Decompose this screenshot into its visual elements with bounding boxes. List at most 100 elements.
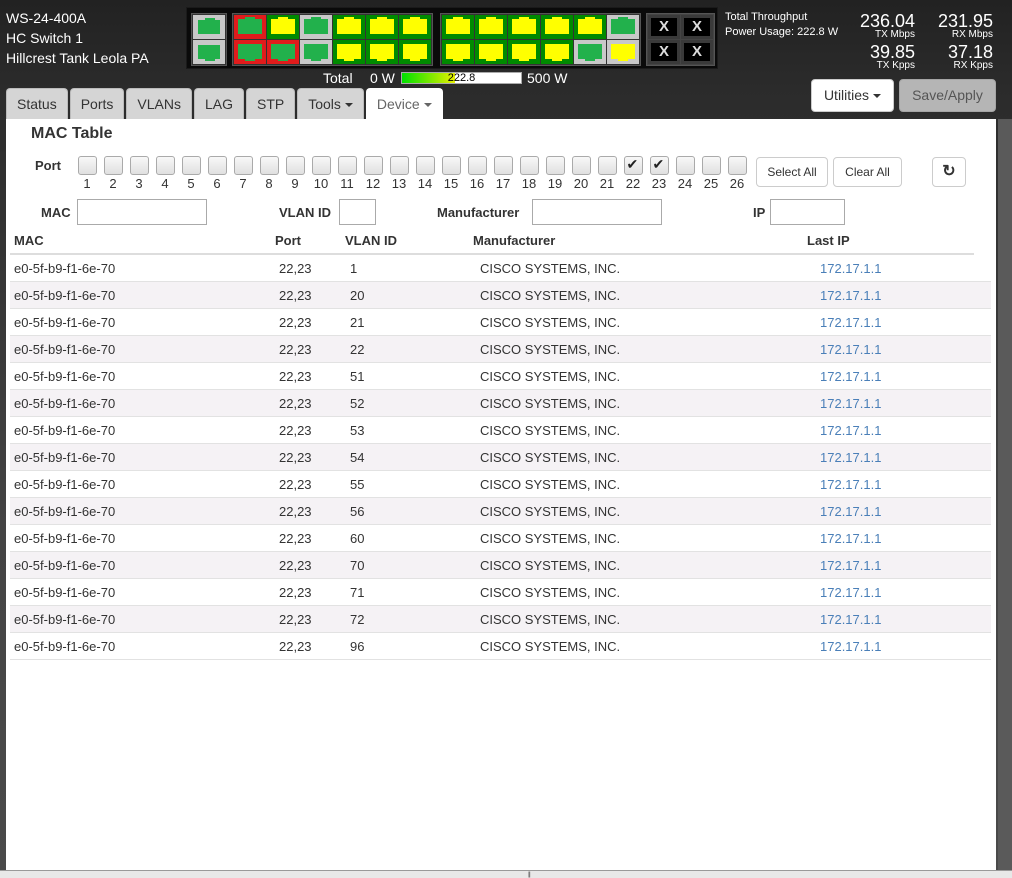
table-row[interactable]: e0-5f-b9-f1-6e-70 22,23 53 CISCO SYSTEMS, I… [10, 417, 991, 444]
cell-last-ip[interactable]: 172.17.1.1 [820, 504, 881, 519]
column-header-manufacturer[interactable]: Manufacturer [473, 233, 555, 248]
port-checkbox-17[interactable]: 17 [490, 156, 516, 191]
port-checkbox-14[interactable]: 14 [412, 156, 438, 191]
utilities-button[interactable]: Utilities [811, 79, 894, 112]
checkbox-icon[interactable] [207, 156, 227, 175]
checkbox-icon[interactable] [181, 156, 201, 175]
checkbox-icon[interactable] [155, 156, 175, 175]
tab-stp[interactable]: STP [245, 88, 296, 120]
switch-port[interactable] [193, 15, 225, 39]
table-row[interactable]: e0-5f-b9-f1-6e-70 22,23 72 CISCO SYSTEMS, I… [10, 606, 991, 633]
checkbox-icon[interactable] [519, 156, 539, 175]
cell-last-ip[interactable]: 172.17.1.1 [820, 315, 881, 330]
table-row[interactable]: e0-5f-b9-f1-6e-70 22,23 70 CISCO SYSTEMS, I… [10, 552, 991, 579]
port-checkbox-22[interactable]: 22 [620, 156, 646, 191]
checkbox-icon[interactable] [467, 156, 487, 175]
port-checkbox-3[interactable]: 3 [126, 156, 152, 191]
switch-port[interactable] [333, 15, 365, 39]
checkbox-icon[interactable] [571, 156, 591, 175]
tab-device[interactable]: Device [365, 88, 443, 120]
switch-port[interactable] [541, 15, 573, 39]
column-header-vlan[interactable]: VLAN ID [345, 233, 397, 248]
table-row[interactable]: e0-5f-b9-f1-6e-70 22,23 55 CISCO SYSTEMS, I… [10, 471, 991, 498]
clear-all-button[interactable]: Clear All [833, 157, 902, 187]
checkbox-icon[interactable] [363, 156, 383, 175]
port-checkbox-4[interactable]: 4 [152, 156, 178, 191]
table-row[interactable]: e0-5f-b9-f1-6e-70 22,23 21 CISCO SYSTEMS, I… [10, 309, 991, 336]
page-scrollbar[interactable] [998, 119, 1012, 871]
cell-last-ip[interactable]: 172.17.1.1 [820, 396, 881, 411]
port-checkbox-10[interactable]: 10 [308, 156, 334, 191]
cell-last-ip[interactable]: 172.17.1.1 [820, 558, 881, 573]
column-header-port[interactable]: Port [275, 233, 301, 248]
switch-port[interactable] [442, 40, 474, 64]
switch-port[interactable] [267, 15, 299, 39]
switch-port[interactable] [366, 40, 398, 64]
cell-last-ip[interactable]: 172.17.1.1 [820, 342, 881, 357]
port-checkbox-24[interactable]: 24 [672, 156, 698, 191]
checkbox-icon[interactable] [77, 156, 97, 175]
cell-last-ip[interactable]: 172.17.1.1 [820, 531, 881, 546]
vlan-filter-input[interactable] [339, 199, 376, 225]
switch-port[interactable] [193, 40, 225, 64]
switch-port[interactable] [267, 40, 299, 64]
switch-port[interactable] [574, 40, 606, 64]
port-checkbox-13[interactable]: 13 [386, 156, 412, 191]
switch-port[interactable] [607, 15, 639, 39]
switch-port[interactable] [508, 40, 540, 64]
table-row[interactable]: e0-5f-b9-f1-6e-70 22,23 52 CISCO SYSTEMS, I… [10, 390, 991, 417]
checkbox-icon[interactable] [103, 156, 123, 175]
port-checkbox-19[interactable]: 19 [542, 156, 568, 191]
switch-port[interactable] [475, 15, 507, 39]
cell-last-ip[interactable]: 172.17.1.1 [820, 639, 881, 654]
table-row[interactable]: e0-5f-b9-f1-6e-70 22,23 54 CISCO SYSTEMS, I… [10, 444, 991, 471]
port-checkbox-2[interactable]: 2 [100, 156, 126, 191]
table-row[interactable]: e0-5f-b9-f1-6e-70 22,23 71 CISCO SYSTEMS, I… [10, 579, 991, 606]
disabled-port[interactable]: X [681, 15, 713, 39]
port-checkbox-21[interactable]: 21 [594, 156, 620, 191]
port-checkbox-23[interactable]: 23 [646, 156, 672, 191]
checkbox-icon[interactable] [441, 156, 461, 175]
column-header-last-ip[interactable]: Last IP [807, 233, 850, 248]
switch-port[interactable] [607, 40, 639, 64]
switch-port[interactable] [442, 15, 474, 39]
switch-port[interactable] [399, 15, 431, 39]
checkbox-icon[interactable] [675, 156, 695, 175]
port-checkbox-6[interactable]: 6 [204, 156, 230, 191]
tab-vlans[interactable]: VLANs [126, 88, 192, 120]
disabled-port[interactable]: X [681, 40, 713, 64]
port-checkbox-26[interactable]: 26 [724, 156, 750, 191]
port-checkbox-18[interactable]: 18 [516, 156, 542, 191]
checkbox-icon[interactable] [701, 156, 721, 175]
cell-last-ip[interactable]: 172.17.1.1 [820, 423, 881, 438]
checkbox-icon[interactable] [233, 156, 253, 175]
port-checkbox-11[interactable]: 11 [334, 156, 360, 191]
table-row[interactable]: e0-5f-b9-f1-6e-70 22,23 22 CISCO SYSTEMS, I… [10, 336, 991, 363]
cell-last-ip[interactable]: 172.17.1.1 [820, 612, 881, 627]
checkbox-icon[interactable] [389, 156, 409, 175]
switch-port[interactable] [541, 40, 573, 64]
switch-port[interactable] [366, 15, 398, 39]
checkbox-icon[interactable] [311, 156, 331, 175]
switch-port[interactable] [234, 40, 266, 64]
checkbox-icon[interactable] [285, 156, 305, 175]
table-row[interactable]: e0-5f-b9-f1-6e-70 22,23 1 CISCO SYSTEMS, IN… [10, 255, 991, 282]
mac-filter-input[interactable] [77, 199, 207, 225]
cell-last-ip[interactable]: 172.17.1.1 [820, 450, 881, 465]
port-checkbox-7[interactable]: 7 [230, 156, 256, 191]
select-all-button[interactable]: Select All [756, 157, 828, 187]
tab-tools[interactable]: Tools [297, 88, 364, 120]
switch-port[interactable] [574, 15, 606, 39]
port-checkbox-16[interactable]: 16 [464, 156, 490, 191]
checkbox-icon[interactable] [129, 156, 149, 175]
checkbox-checked-icon[interactable] [623, 156, 643, 175]
refresh-icon[interactable]: ↻ [932, 157, 966, 187]
checkbox-icon[interactable] [415, 156, 435, 175]
switch-port[interactable] [300, 15, 332, 39]
checkbox-icon[interactable] [337, 156, 357, 175]
checkbox-icon[interactable] [259, 156, 279, 175]
bottom-resize-bar[interactable]: ||| [0, 870, 1012, 878]
checkbox-checked-icon[interactable] [649, 156, 669, 175]
switch-port[interactable] [333, 40, 365, 64]
port-checkbox-5[interactable]: 5 [178, 156, 204, 191]
